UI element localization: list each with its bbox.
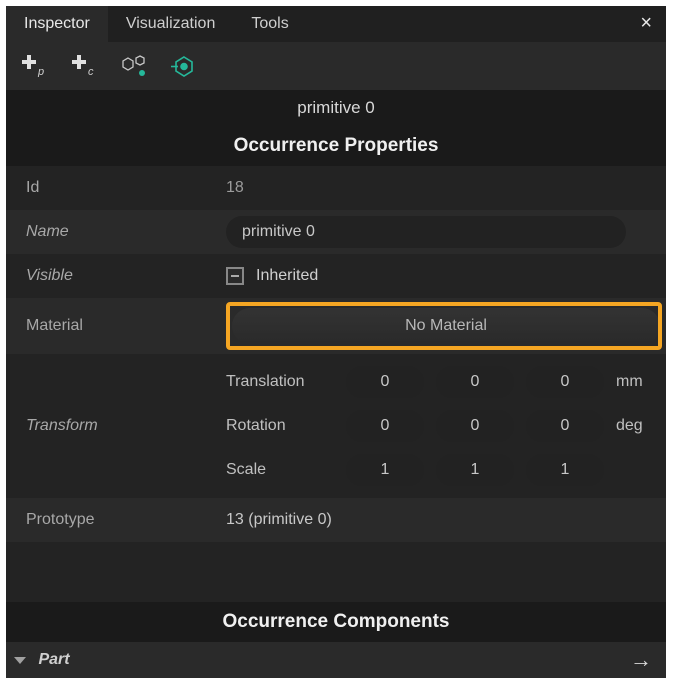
add-c-icon[interactable]: c [70, 52, 98, 80]
rotation-x[interactable] [346, 410, 424, 442]
add-p-icon[interactable]: p [20, 52, 48, 80]
translation-x[interactable] [346, 366, 424, 398]
transform-rotation: Rotation deg [226, 404, 666, 448]
properties-list: Id 18 Name Visible Inherited Material No… [6, 166, 666, 542]
tab-tools[interactable]: Tools [233, 6, 306, 42]
visible-text: Inherited [256, 267, 318, 285]
translation-label: Translation [226, 373, 346, 391]
scale-y[interactable] [436, 454, 514, 486]
scale-label: Scale [226, 461, 346, 479]
component-part[interactable]: Part → [6, 642, 666, 678]
transform-translation: Translation mm [226, 360, 666, 404]
name-label: Name [6, 223, 226, 241]
tab-visualization[interactable]: Visualization [108, 6, 234, 42]
object-name: primitive 0 [6, 90, 666, 126]
inspector-toolbar: p c [6, 42, 666, 90]
visible-label: Visible [6, 267, 226, 285]
rotation-z[interactable] [526, 410, 604, 442]
row-prototype: Prototype 13 (primitive 0) [6, 498, 666, 542]
translation-z[interactable] [526, 366, 604, 398]
close-icon[interactable]: × [640, 12, 652, 35]
row-material: Material No Material [6, 298, 666, 354]
transform-label: Transform [6, 360, 226, 492]
inspector-panel: Inspector Visualization Tools × p c prim… [6, 6, 666, 644]
occurrence-components-header: Occurrence Components [6, 602, 666, 642]
part-label: Part [38, 651, 69, 668]
material-button[interactable]: No Material [232, 308, 660, 344]
rotation-unit: deg [616, 417, 656, 435]
id-label: Id [6, 179, 226, 197]
target-icon[interactable] [170, 52, 198, 80]
material-label: Material [6, 317, 226, 335]
empty-section [6, 542, 666, 602]
occurrence-properties-header: Occurrence Properties [6, 126, 666, 166]
scale-x[interactable] [346, 454, 424, 486]
translation-unit: mm [616, 373, 656, 391]
translation-y[interactable] [436, 366, 514, 398]
scale-z[interactable] [526, 454, 604, 486]
chevron-down-icon [14, 657, 26, 664]
svg-text:p: p [37, 66, 44, 77]
molecule-icon[interactable] [120, 52, 148, 80]
prototype-value: 13 (primitive 0) [226, 511, 666, 529]
prototype-label: Prototype [6, 511, 226, 529]
row-visible: Visible Inherited [6, 254, 666, 298]
rotation-y[interactable] [436, 410, 514, 442]
visible-checkbox[interactable] [226, 267, 244, 285]
transform-scale: Scale [226, 448, 666, 492]
row-name: Name [6, 210, 666, 254]
rotation-label: Rotation [226, 417, 346, 435]
tab-bar: Inspector Visualization Tools × [6, 6, 666, 42]
id-value: 18 [226, 179, 666, 197]
row-transform: Transform Translation mm Rotation deg [6, 354, 666, 498]
tab-inspector[interactable]: Inspector [6, 6, 108, 42]
name-input[interactable] [226, 216, 626, 248]
row-id: Id 18 [6, 166, 666, 210]
svg-text:c: c [88, 66, 94, 77]
